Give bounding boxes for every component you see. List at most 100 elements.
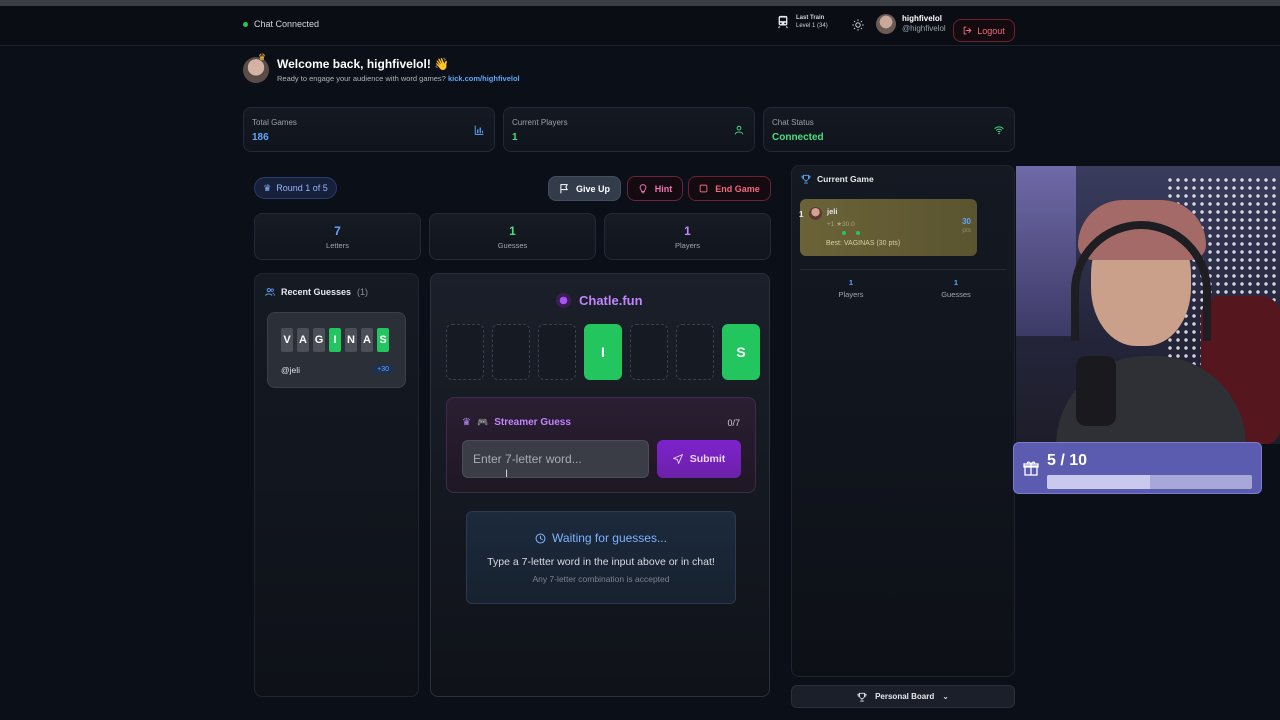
mini-stat-value: 1 xyxy=(684,224,691,238)
submit-label: Submit xyxy=(689,453,726,465)
train-icon xyxy=(778,15,788,29)
webcam-window-glow xyxy=(1016,166,1076,336)
train-title: Last Train xyxy=(796,15,825,21)
stat-label: Chat Status xyxy=(772,118,814,127)
flag-icon xyxy=(560,183,568,193)
crown-icon: ♛ xyxy=(462,417,471,428)
stat-value: 1 xyxy=(512,132,518,143)
current-players-stat: 1 Players xyxy=(821,278,881,299)
current-guesses-value: 1 xyxy=(953,278,959,287)
mini-stat-label: Guesses xyxy=(497,241,528,250)
train-count: (34) xyxy=(817,23,828,29)
status-dot-icon xyxy=(243,21,248,27)
waiting-note: Any 7-letter combination is accepted xyxy=(532,574,670,584)
guess-tiles: V A G I N A S xyxy=(281,328,389,352)
player-points: 30 pts xyxy=(962,217,971,235)
clock-icon xyxy=(535,533,546,543)
welcome-subtitle: Ready to engage your audience with word … xyxy=(277,74,446,83)
chat-connection-status: Chat Connected xyxy=(243,19,319,29)
gift-icon xyxy=(1023,461,1039,476)
current-guesses-label: Guesses xyxy=(941,290,971,299)
streamer-guess-title: Streamer Guess xyxy=(494,417,571,428)
mini-stat-value: 7 xyxy=(334,224,341,238)
word-input[interactable] xyxy=(462,440,649,478)
stat-card-current-players: Current Players 1 xyxy=(503,107,755,152)
users-icon xyxy=(265,288,275,296)
letter-slot: S xyxy=(722,324,760,380)
chatle-logo-icon xyxy=(556,293,571,308)
player-best: Best: VAGINAS (30 pts) xyxy=(826,240,901,247)
mini-stat-label: Letters xyxy=(326,241,349,250)
channel-link[interactable]: kick.com/highfivelol xyxy=(448,74,520,83)
waiting-subtitle: Type a 7-letter word in the input above … xyxy=(487,556,715,568)
divider xyxy=(800,269,1006,270)
logout-icon xyxy=(963,26,972,35)
goal-progress-bar xyxy=(1047,475,1252,489)
stat-label: Current Players xyxy=(512,118,568,127)
guess-points-badge: +30 xyxy=(372,365,394,374)
player-progress-dots xyxy=(842,231,860,235)
send-icon xyxy=(672,454,683,464)
give-up-label: Give Up xyxy=(575,183,610,194)
welcome-title: Welcome back, highfivelol! 👋 xyxy=(277,57,450,71)
letter-slot xyxy=(492,324,530,380)
stat-card-total-games: Total Games 186 xyxy=(243,107,495,152)
stat-value: 186 xyxy=(252,132,269,143)
stat-card-chat-status: Chat Status Connected xyxy=(763,107,1015,152)
end-game-button[interactable]: End Game xyxy=(688,176,771,201)
player-name: jeli xyxy=(827,207,838,216)
letter-slots: I S xyxy=(446,324,760,380)
chevron-down-icon: ⌄ xyxy=(942,692,949,701)
personal-board-button[interactable]: Personal Board ⌄ xyxy=(791,685,1015,708)
mini-stat-players: 1 Players xyxy=(604,213,771,260)
hint-button[interactable]: Hint xyxy=(627,176,683,201)
crown-icon: ♛ xyxy=(258,52,267,62)
guess-tile: A xyxy=(297,328,309,352)
streamer-guess-panel: ♛ 🎮 Streamer Guess 0/7 Submit xyxy=(446,397,756,493)
waiting-panel: Waiting for guesses... Type a 7-letter w… xyxy=(466,511,736,604)
lightbulb-icon xyxy=(639,183,647,193)
wifi-icon xyxy=(994,126,1004,135)
trophy-icon xyxy=(801,174,811,184)
recent-guesses-panel: Recent Guesses (1) V A G I N A S @jeli +… xyxy=(254,273,419,697)
mini-stat-letters: 7 Letters xyxy=(254,213,421,260)
user-menu[interactable]: highfivelol @highfivelol xyxy=(876,14,946,34)
letter-slot xyxy=(538,324,576,380)
text-cursor-icon: I xyxy=(505,468,509,480)
mini-stat-label: Players xyxy=(674,241,700,250)
hint-label: Hint xyxy=(654,183,673,194)
round-label: Round 1 of 5 xyxy=(276,183,328,193)
personal-board-label: Personal Board xyxy=(875,692,935,701)
stat-value: Connected xyxy=(772,132,824,143)
gamepad-icon: 🎮 xyxy=(476,417,489,427)
train-indicator[interactable]: Last Train Level 1 (34) xyxy=(776,14,828,30)
submit-button[interactable]: Submit xyxy=(657,440,741,478)
guess-tile: N xyxy=(345,328,357,352)
connection-label: Chat Connected xyxy=(254,19,320,29)
letter-slot xyxy=(676,324,714,380)
user-handle: @highfivelol xyxy=(902,24,946,33)
current-guesses-stat: 1 Guesses xyxy=(926,278,986,299)
trophy-icon xyxy=(857,692,867,701)
theme-toggle-sun-icon[interactable] xyxy=(852,19,864,31)
give-up-button[interactable]: Give Up xyxy=(548,176,621,201)
current-game-title: Current Game xyxy=(817,174,874,184)
webcam-microphone xyxy=(1076,356,1116,426)
sub-goal-widget: 5 / 10 xyxy=(1013,442,1262,494)
guess-tile: S xyxy=(377,328,389,352)
logout-button[interactable]: Logout xyxy=(953,19,1015,42)
waiting-title: Waiting for guesses... xyxy=(552,531,667,545)
logout-label: Logout xyxy=(977,25,1005,36)
webcam-overlay xyxy=(1016,166,1280,444)
current-players-value: 1 xyxy=(848,278,854,287)
current-players-label: Players xyxy=(838,290,864,299)
top-bar: Chat Connected Last Train Level 1 (34) h… xyxy=(0,6,1280,46)
bar-chart-icon xyxy=(474,125,484,135)
recent-title: Recent Guesses xyxy=(281,287,352,297)
welcome-banner: ♛ Welcome back, highfivelol! 👋 Ready to … xyxy=(243,52,520,83)
square-icon xyxy=(699,184,708,193)
user-avatar xyxy=(876,14,896,34)
letter-slot xyxy=(446,324,484,380)
end-game-label: End Game xyxy=(715,183,760,194)
leaderboard-row[interactable]: 1 jeli +1 ★30.0 Best: VAGINAS (30 pts) 3… xyxy=(799,199,977,256)
